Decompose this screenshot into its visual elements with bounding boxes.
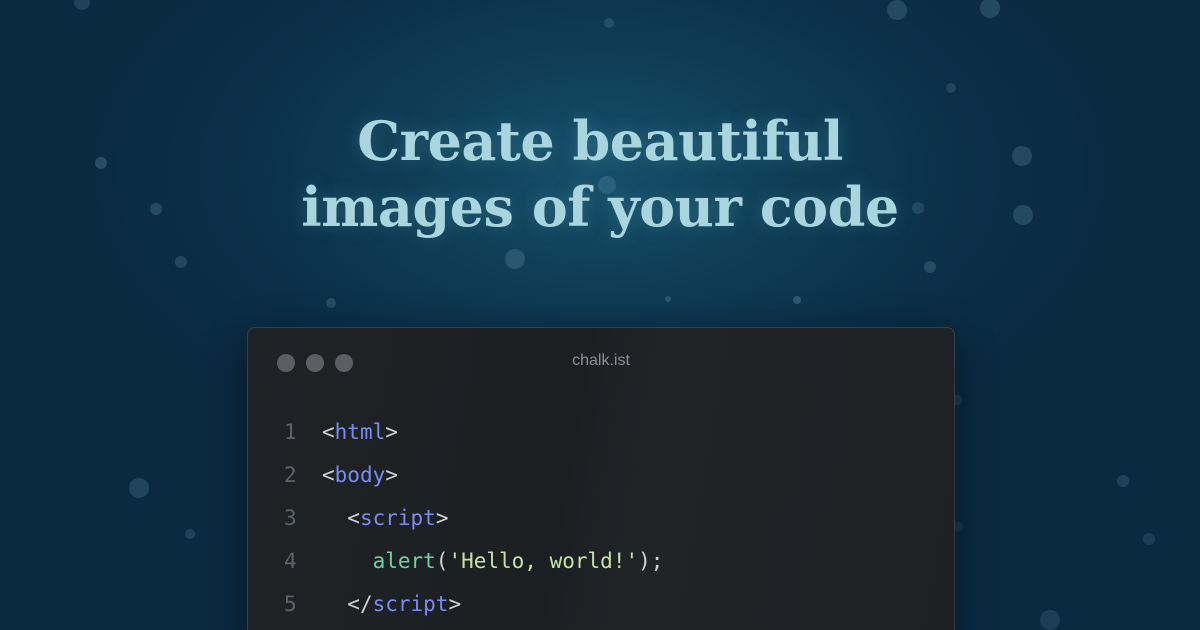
code-line: 1 < html > bbox=[284, 411, 663, 454]
code-line: 2 < body > bbox=[284, 454, 663, 497]
line-number: 2 bbox=[284, 463, 297, 487]
tag-open-bracket: </ bbox=[347, 592, 373, 616]
tag-close-bracket: > bbox=[385, 420, 398, 444]
code-line: 5 </ script > bbox=[284, 583, 663, 626]
paren-close: ); bbox=[638, 549, 664, 573]
line-number: 4 bbox=[284, 549, 297, 573]
headline-line-1: Create beautiful bbox=[357, 109, 843, 173]
paren-open: ( bbox=[435, 549, 449, 573]
tag-name: script bbox=[359, 506, 436, 530]
tag-name: body bbox=[334, 463, 386, 487]
string-literal: 'Hello, world!' bbox=[448, 549, 639, 573]
tag-close-bracket: > bbox=[385, 463, 398, 487]
tag-name: script bbox=[372, 592, 449, 616]
tag-close-bracket: > bbox=[435, 506, 449, 530]
line-number: 1 bbox=[284, 420, 297, 444]
tag-open-bracket: < bbox=[322, 463, 335, 487]
code-line: 4 alert ( 'Hello, world!' ); bbox=[284, 540, 663, 583]
window-title: chalk.ist bbox=[572, 352, 630, 369]
code-block: 1 < html > 2 < body > 3 < script > 4 ale… bbox=[284, 411, 663, 626]
function-name: alert bbox=[372, 549, 436, 573]
hero-headline: Create beautiful images of your code bbox=[0, 108, 1200, 240]
tag-name: html bbox=[334, 420, 386, 444]
tag-open-bracket: < bbox=[322, 420, 335, 444]
tag-close-bracket: > bbox=[448, 592, 462, 616]
code-line: 3 < script > bbox=[284, 497, 663, 540]
line-number: 3 bbox=[284, 506, 297, 530]
code-window: chalk.ist 1 < html > 2 < body > 3 < scri… bbox=[247, 327, 955, 630]
line-number: 5 bbox=[284, 592, 297, 616]
tag-open-bracket: < bbox=[347, 506, 360, 530]
headline-line-2: images of your code bbox=[301, 175, 899, 239]
